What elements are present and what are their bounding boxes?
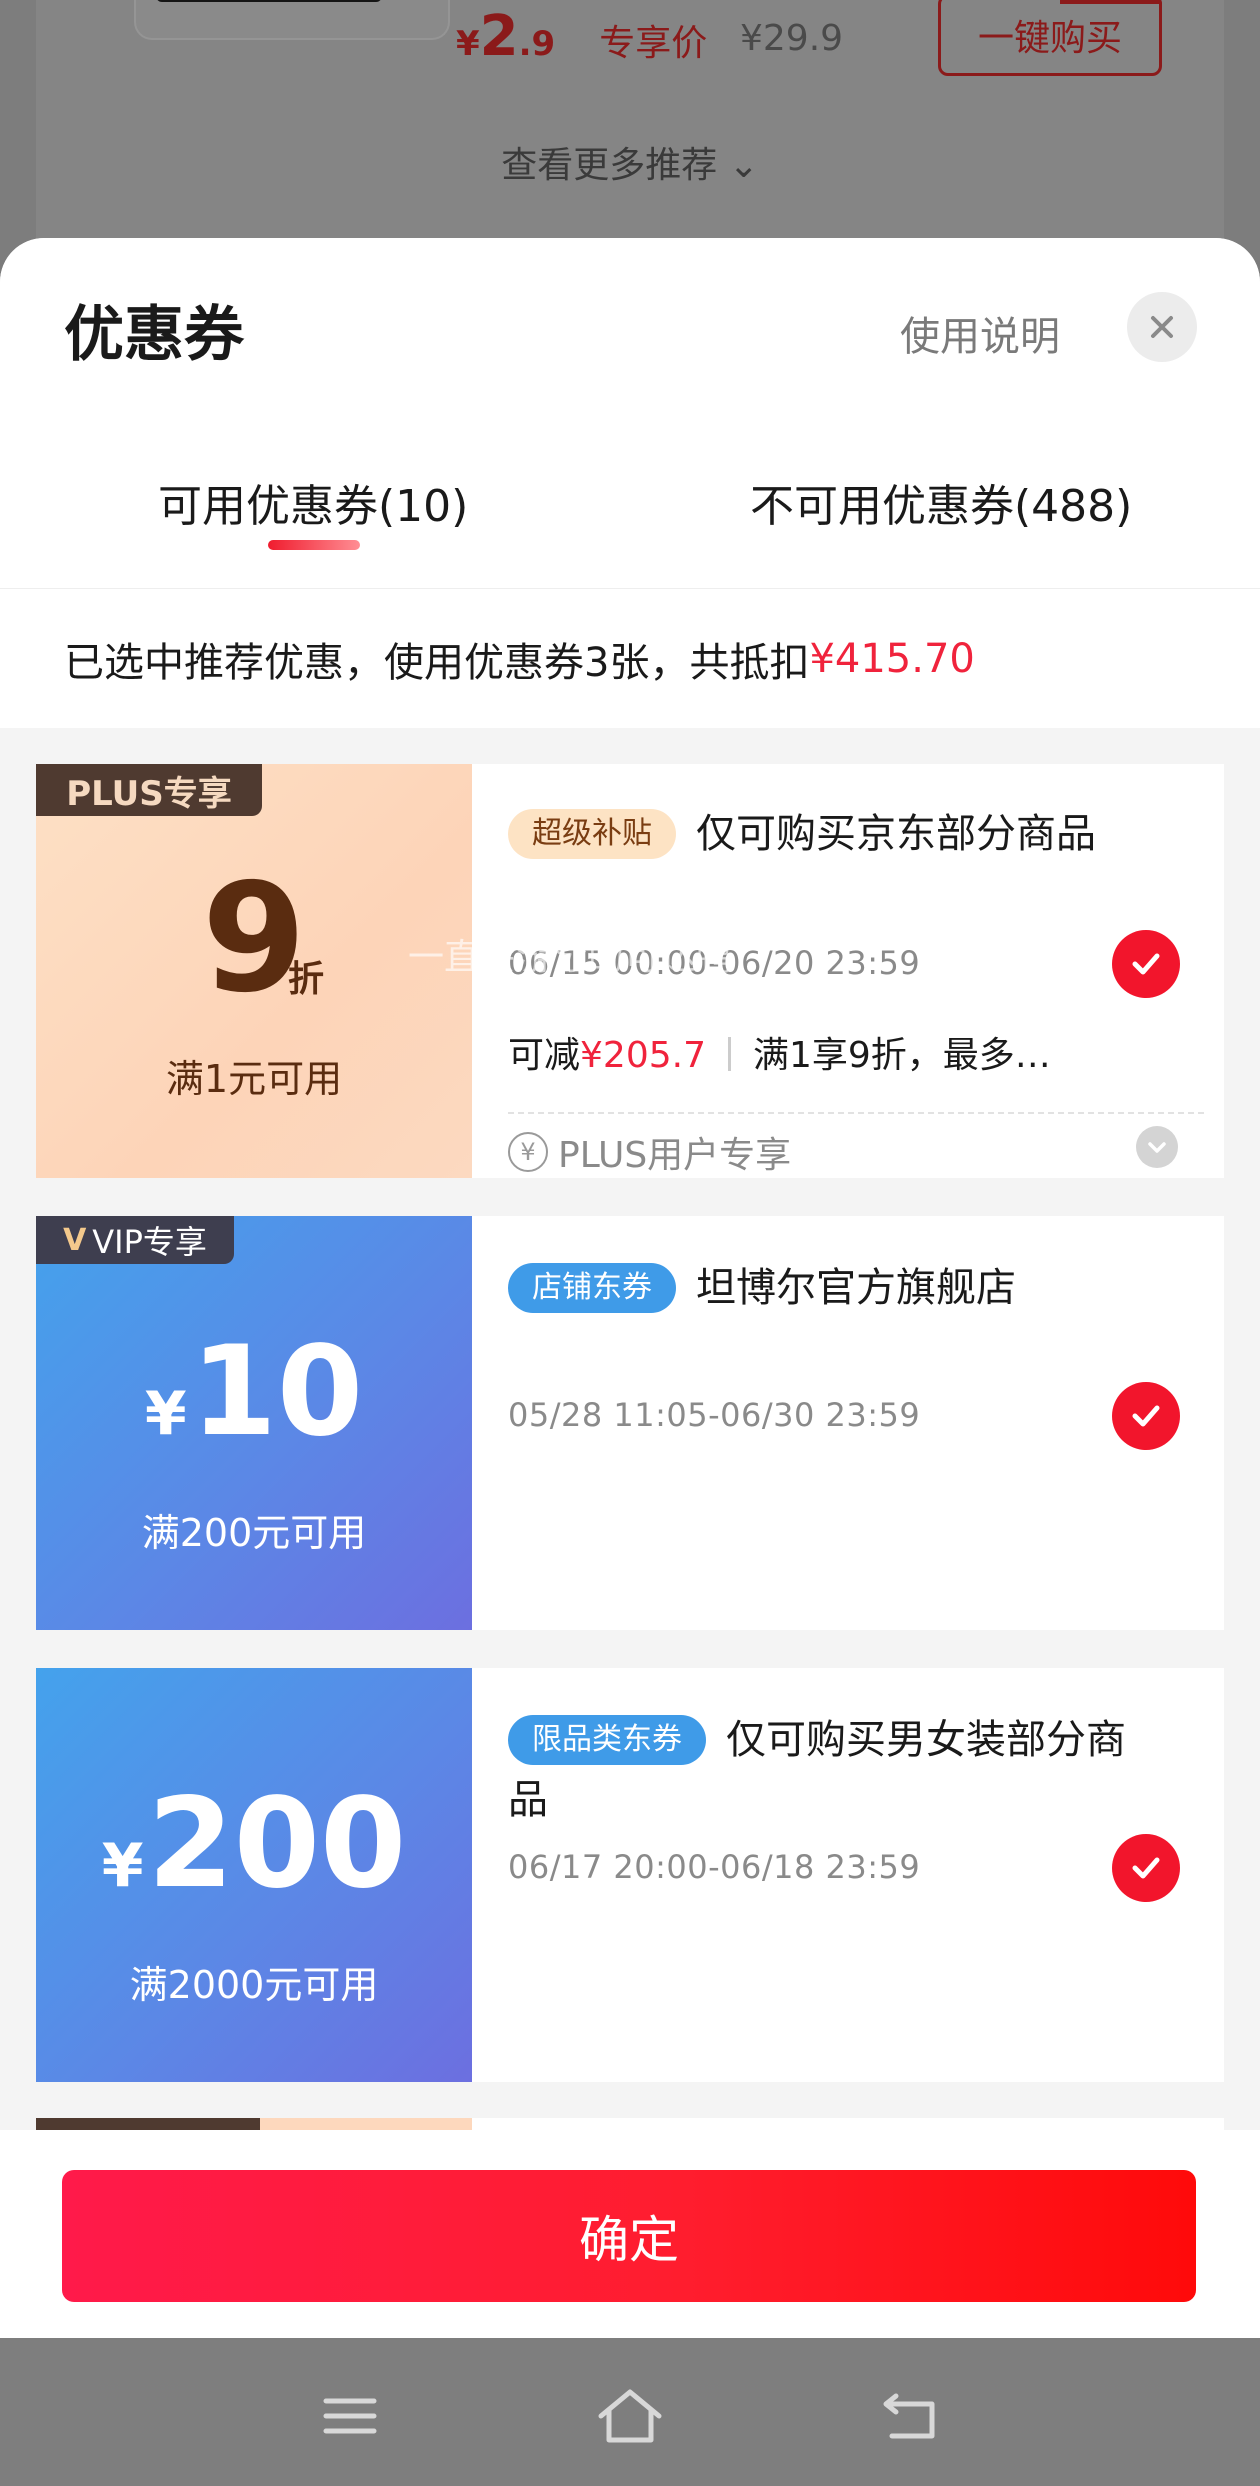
one-click-buy-button[interactable]: 一键购买 — [938, 0, 1162, 76]
deduction-amount: ¥205.7 — [580, 1035, 706, 1076]
home-icon — [598, 2389, 662, 2443]
coupon-sheet: 优惠券 使用说明 可用优惠券(10) 不可用优惠券(488) 已选中推荐优惠，使… — [0, 238, 1260, 2338]
sheet-header: 优惠券 使用说明 可用优惠券(10) 不可用优惠券(488) — [0, 238, 1260, 588]
discount-summary: 已选中推荐优惠，使用优惠券3张，共抵扣 ¥415.70 — [0, 588, 1260, 728]
tab-available-coupons[interactable]: 可用优惠券(10) — [158, 470, 468, 534]
coupon-discount-value: 9 — [201, 852, 307, 1026]
sheet-footer: 确定 — [0, 2130, 1260, 2338]
vip-icon: V — [63, 1222, 87, 1258]
check-icon — [1132, 1405, 1160, 1427]
next-coupon-card-edge — [36, 2118, 1224, 2130]
coupon-discount-unit: 折 — [288, 959, 325, 1000]
check-icon — [1132, 953, 1160, 975]
close-icon — [1151, 316, 1173, 338]
plus-only-note: ¥ PLUS用户专享 — [508, 1126, 791, 1178]
next-coupon-badge-edge — [36, 2118, 260, 2130]
coupon-title: 超级补贴 仅可购买京东部分商品 — [508, 804, 1144, 864]
coupon-deduction: 可减¥205.7 满1享9折，最多… — [508, 1035, 1051, 1076]
original-price: ¥29.9 — [740, 18, 844, 59]
watermark: 一直会游泳的可达鸭 — [408, 937, 733, 978]
coupon-title-text: 坦博尔官方旗舰店 — [696, 1265, 1016, 1311]
deduction-description: 满1享9折，最多… — [752, 1035, 1051, 1076]
divider — [727, 1037, 731, 1071]
coupon-amount: ¥10 — [144, 1320, 364, 1464]
coupon-card[interactable]: V VIP专享 ¥10 满200元可用 店铺东券 坦博尔官方旗舰店 05/28 11… — [36, 1216, 1224, 1630]
system-nav-bar — [0, 2338, 1260, 2486]
expand-details-button[interactable] — [1136, 1126, 1178, 1168]
tab-unavailable-coupons[interactable]: 不可用优惠券(488) — [750, 470, 1132, 534]
coupon-title: 店铺东券 坦博尔官方旗舰店 — [508, 1258, 1144, 1318]
coupon-value-panel: ¥200 满2000元可用 — [36, 1668, 472, 2082]
close-button[interactable] — [1127, 292, 1197, 362]
yen-circle-icon: ¥ — [508, 1132, 548, 1172]
coupon-card[interactable]: ¥200 满2000元可用 限品类东券 仅可购买男女装部分商品 06/17 20:… — [36, 1668, 1224, 2082]
sheet-title: 优惠券 — [64, 300, 244, 370]
dashed-divider — [508, 1112, 1204, 1114]
coupon-tag: 店铺东券 — [508, 1263, 676, 1313]
summary-amount: ¥415.70 — [809, 635, 975, 682]
coupon-selected-checkbox[interactable] — [1112, 930, 1180, 998]
product-thumbnail — [134, 0, 450, 40]
coupon-validity: 06/17 20:00-06/18 23:59 — [508, 1848, 921, 1886]
nav-home-button[interactable] — [590, 2376, 670, 2456]
nav-menu-button[interactable] — [310, 2376, 390, 2456]
coupon-selected-checkbox[interactable] — [1112, 1834, 1180, 1902]
coupon-value-panel: V VIP专享 ¥10 满200元可用 — [36, 1216, 472, 1630]
nav-back-button[interactable] — [870, 2376, 950, 2456]
coupon-detail: 店铺东券 坦博尔官方旗舰店 05/28 11:05-06/30 23:59 — [472, 1216, 1224, 1630]
next-coupon-panel-edge — [260, 2118, 472, 2130]
coupon-condition: 满200元可用 — [141, 1511, 367, 1555]
usage-instructions-link[interactable]: 使用说明 — [900, 304, 1060, 362]
back-icon — [883, 2393, 935, 2439]
check-icon — [1132, 1857, 1160, 1879]
summary-text: 已选中推荐优惠，使用优惠券3张，共抵扣 — [64, 639, 810, 686]
background-page: ¥ 2 .9 专享价 ¥29.9 一键购买 查看更多推荐 ⌄ — [0, 0, 1260, 260]
coupon-tag: 超级补贴 — [508, 809, 676, 859]
coupon-value-panel: PLUS专享 9 折 满1元可用 — [36, 764, 472, 1178]
coupon-detail: 限品类东券 仅可购买男女装部分商品 06/17 20:00-06/18 23:59 — [472, 1668, 1224, 2082]
active-tab-indicator — [268, 540, 360, 550]
coupon-tag: 限品类东券 — [508, 1715, 706, 1765]
confirm-button[interactable]: 确定 — [62, 2170, 1196, 2302]
exclusive-price: ¥ 2 .9 专享价 — [456, 4, 751, 69]
coupon-title: 限品类东券 仅可购买男女装部分商品 — [508, 1710, 1144, 1830]
chevron-down-icon — [1148, 1142, 1166, 1153]
plus-exclusive-badge: PLUS专享 — [36, 764, 262, 816]
coupon-amount: ¥200 — [101, 1772, 407, 1916]
coupon-condition: 满2000元可用 — [129, 1963, 379, 2007]
coupon-condition: 满1元可用 — [165, 1057, 343, 1101]
coupon-validity: 05/28 11:05-06/30 23:59 — [508, 1396, 921, 1434]
exclusive-price-label: 专享价 — [599, 23, 708, 64]
see-more-link[interactable]: 查看更多推荐 ⌄ — [0, 136, 1260, 188]
coupon-selected-checkbox[interactable] — [1112, 1382, 1180, 1450]
vip-exclusive-badge: V VIP专享 — [36, 1216, 234, 1264]
menu-icon — [323, 2398, 377, 2434]
coupon-title-text: 仅可购买京东部分商品 — [696, 811, 1096, 857]
